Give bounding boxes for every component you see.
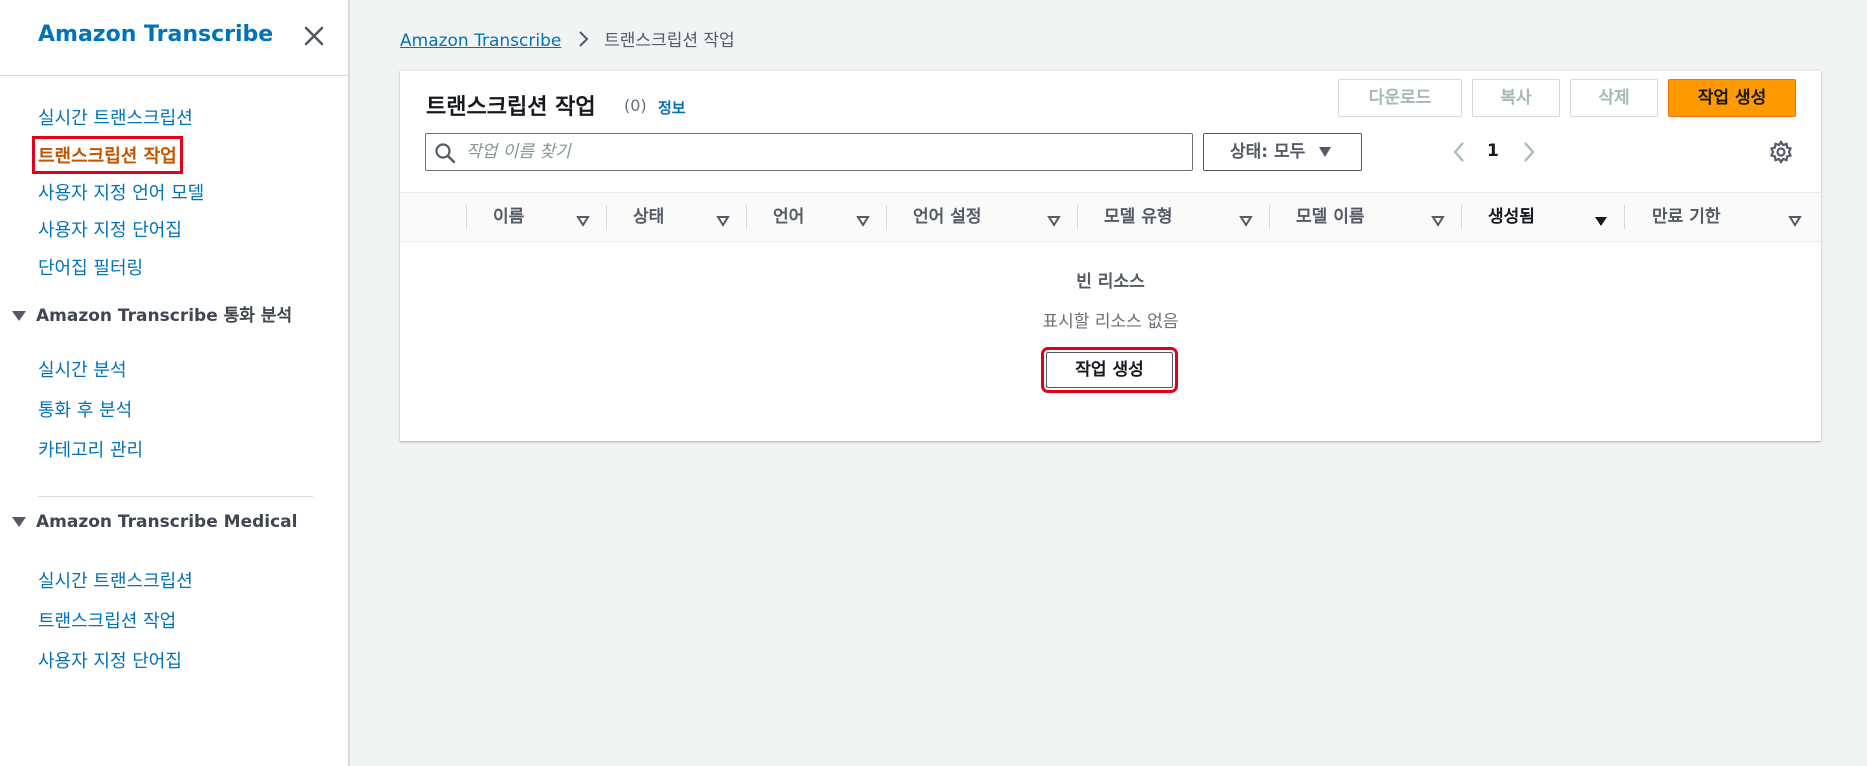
sort-icon[interactable] bbox=[716, 212, 730, 227]
sidebar-item-post-call-analytics[interactable]: 통화 후 분석 bbox=[38, 396, 132, 422]
current-page-number[interactable]: 1 bbox=[1487, 141, 1499, 161]
column-header-language[interactable]: 언어 bbox=[773, 193, 804, 241]
close-icon[interactable] bbox=[300, 22, 328, 50]
section-medical-title: Amazon Transcribe Medical bbox=[36, 512, 298, 532]
column-divider bbox=[1624, 205, 1625, 229]
column-divider bbox=[886, 205, 887, 229]
sidebar-item-medical-transcription-jobs[interactable]: 트랜스크립션 작업 bbox=[38, 607, 176, 633]
empty-state-description: 표시할 리소스 없음 bbox=[1042, 312, 1179, 332]
sidebar-divider bbox=[38, 496, 313, 497]
sidebar-item-category-management[interactable]: 카테고리 관리 bbox=[38, 436, 143, 462]
column-header-model-type[interactable]: 모델 유형 bbox=[1104, 193, 1172, 241]
sidebar-item-vocabulary-filtering[interactable]: 단어집 필터링 bbox=[38, 254, 143, 280]
caret-down-icon bbox=[1319, 147, 1331, 157]
sidebar-item-transcription-jobs[interactable]: 트랜스크립션 작업 bbox=[32, 136, 183, 174]
sidebar-item-custom-language-models[interactable]: 사용자 지정 언어 모델 bbox=[38, 179, 204, 205]
sidebar-item-custom-vocabularies[interactable]: 사용자 지정 단어집 bbox=[38, 216, 182, 242]
page-title: 트랜스크립션 작업 bbox=[426, 95, 596, 120]
search-box bbox=[425, 133, 1193, 171]
sidebar-item-medical-custom-vocabularies[interactable]: 사용자 지정 단어집 bbox=[38, 647, 182, 673]
sidebar-item-realtime-transcription[interactable]: 실시간 트랜스크립션 bbox=[38, 104, 193, 130]
column-header-status[interactable]: 상태 bbox=[633, 193, 664, 241]
column-divider bbox=[1269, 205, 1270, 229]
column-divider bbox=[466, 205, 467, 229]
info-link[interactable]: 정보 bbox=[658, 97, 686, 118]
column-divider bbox=[1461, 205, 1462, 229]
breadcrumb-current: 트랜스크립션 작업 bbox=[604, 31, 735, 51]
column-divider bbox=[606, 205, 607, 229]
column-divider bbox=[1077, 205, 1078, 229]
sort-icon[interactable] bbox=[1239, 212, 1253, 227]
column-header-model-name[interactable]: 모델 이름 bbox=[1296, 193, 1364, 241]
search-input[interactable] bbox=[464, 137, 1178, 167]
sort-descending-icon[interactable] bbox=[1594, 212, 1608, 226]
section-medical[interactable]: Amazon Transcribe Medical bbox=[12, 512, 297, 532]
sidebar-title[interactable]: Amazon Transcribe bbox=[38, 22, 273, 47]
breadcrumb-root-link[interactable]: Amazon Transcribe bbox=[400, 31, 561, 51]
sort-icon[interactable] bbox=[1431, 212, 1445, 227]
next-page-icon[interactable] bbox=[1516, 139, 1540, 165]
job-count: (0) bbox=[624, 96, 647, 115]
sidebar-header: Amazon Transcribe bbox=[0, 0, 348, 76]
section-call-analytics[interactable]: Amazon Transcribe 통화 분석 bbox=[12, 301, 292, 326]
column-divider bbox=[746, 205, 747, 229]
transcription-jobs-panel: 트랜스크립션 작업 (0) 정보 다운로드 복사 삭제 작업 생성 상태: 모두… bbox=[400, 70, 1821, 441]
create-job-button[interactable]: 작업 생성 bbox=[1668, 79, 1796, 117]
sidebar-item-realtime-analytics[interactable]: 실시간 분석 bbox=[38, 356, 127, 382]
status-filter-label: 상태: 모두 bbox=[1230, 142, 1306, 162]
column-header-expiration[interactable]: 만료 기한 bbox=[1652, 193, 1720, 241]
delete-button[interactable]: 삭제 bbox=[1570, 79, 1658, 117]
breadcrumb: Amazon Transcribe 트랜스크립션 작업 bbox=[400, 26, 735, 53]
sidebar: Amazon Transcribe 실시간 트랜스크립션 트랜스크립션 작업 사… bbox=[0, 0, 350, 766]
caret-down-icon bbox=[12, 517, 26, 527]
column-header-created[interactable]: 생성됨 bbox=[1488, 193, 1535, 241]
section-call-analytics-title: Amazon Transcribe 통화 분석 bbox=[36, 306, 293, 326]
sort-icon[interactable] bbox=[1047, 212, 1061, 227]
download-button[interactable]: 다운로드 bbox=[1338, 79, 1462, 117]
column-header-name[interactable]: 이름 bbox=[493, 193, 524, 241]
status-filter-select[interactable]: 상태: 모두 bbox=[1203, 133, 1362, 171]
previous-page-icon[interactable] bbox=[1448, 139, 1472, 165]
copy-button[interactable]: 복사 bbox=[1472, 79, 1560, 117]
sort-icon[interactable] bbox=[576, 212, 590, 227]
empty-state-create-job-button[interactable]: 작업 생성 bbox=[1041, 347, 1178, 393]
sort-icon[interactable] bbox=[856, 212, 870, 227]
sidebar-item-medical-realtime-transcription[interactable]: 실시간 트랜스크립션 bbox=[38, 567, 193, 593]
chevron-right-icon bbox=[577, 30, 589, 53]
table-header: 이름 상태 언어 언어 설정 모델 유형 모델 이름 생성됨 만료 기한 bbox=[400, 192, 1821, 242]
empty-state-title: 빈 리소스 bbox=[1076, 272, 1145, 292]
caret-down-icon bbox=[12, 311, 26, 321]
sort-icon[interactable] bbox=[1788, 212, 1802, 227]
settings-gear-icon[interactable] bbox=[1768, 139, 1794, 165]
column-header-language-settings[interactable]: 언어 설정 bbox=[913, 193, 981, 241]
